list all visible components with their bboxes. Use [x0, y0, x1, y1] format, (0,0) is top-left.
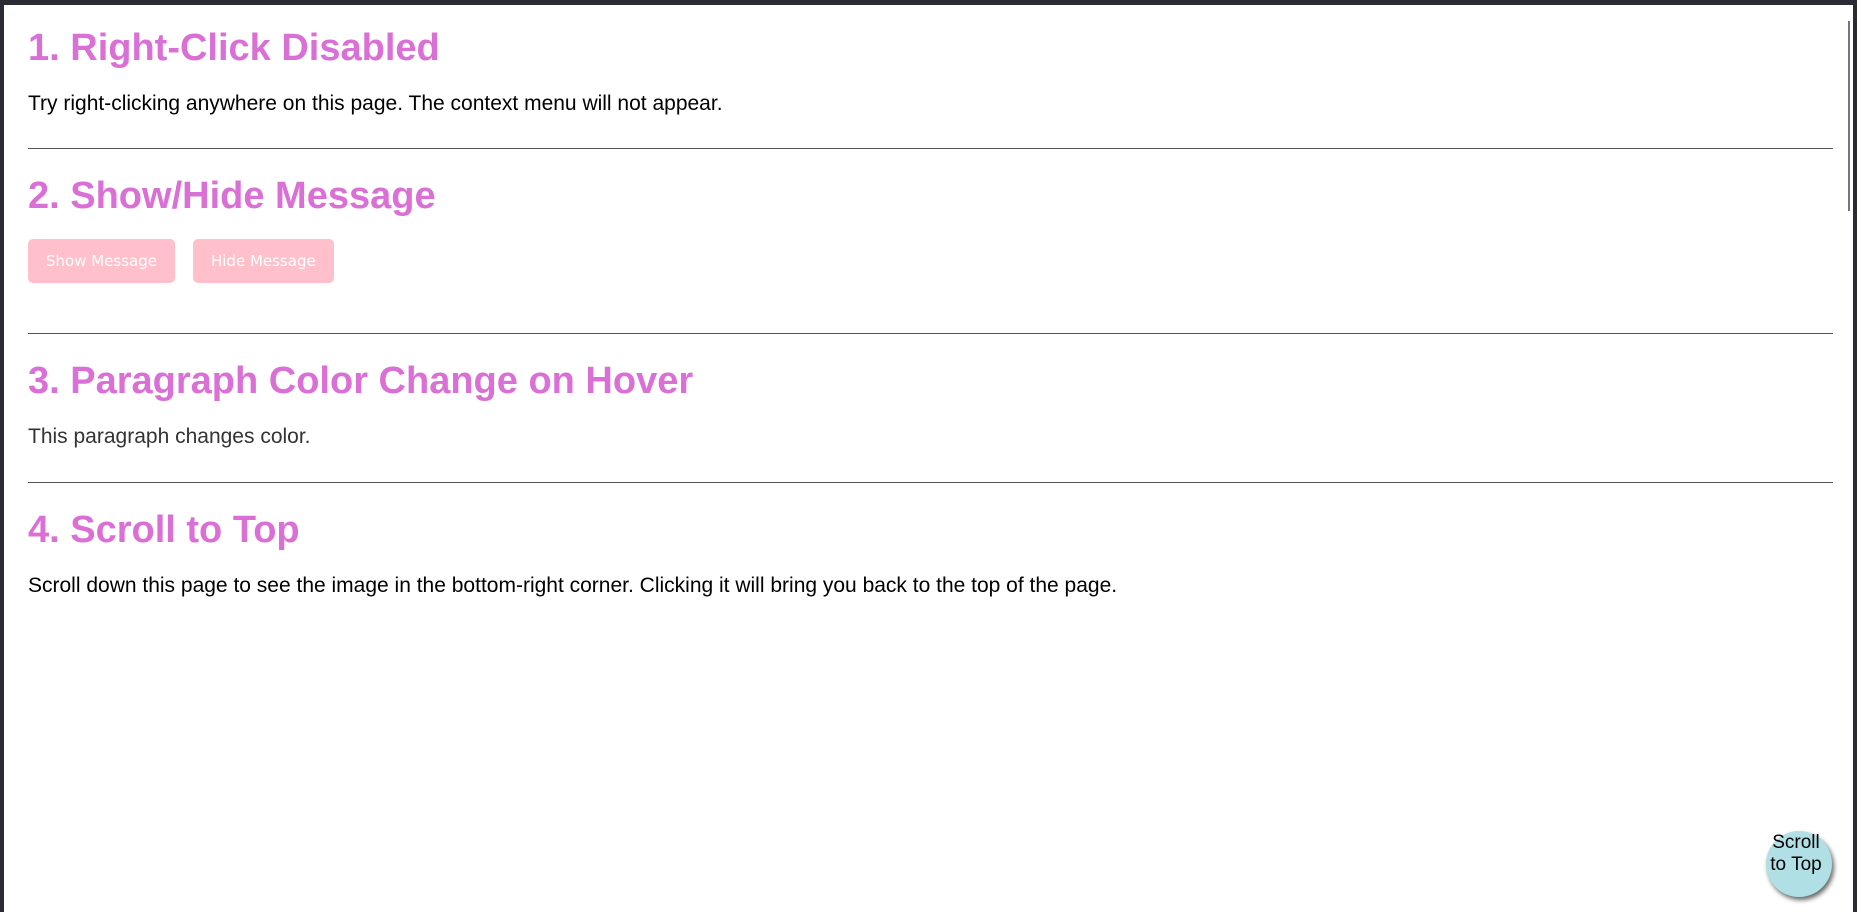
- show-hide-buttons: Show Message Hide Message: [28, 239, 1833, 284]
- section-title-show-hide: 2. Show/Hide Message: [28, 175, 436, 218]
- section-title-scroll-top: 4. Scroll to Top: [28, 509, 300, 552]
- section-title-color-change: 3. Paragraph Color Change on Hover: [28, 360, 694, 403]
- scrollbar[interactable]: [1848, 21, 1850, 211]
- scroll-top-text: Scroll down this page to see the image i…: [28, 574, 1118, 598]
- scroll-to-top-label: Scroll to Top: [1770, 832, 1822, 875]
- show-message-button[interactable]: Show Message: [28, 239, 175, 284]
- section-title-right-click: 1. Right-Click Disabled: [28, 27, 440, 69]
- page: 1. Right-Click Disabled Try right-clicki…: [4, 5, 1853, 912]
- content: 1. Right-Click Disabled Try right-clicki…: [4, 5, 1833, 599]
- scroll-to-top-button[interactable]: Scroll to Top: [1766, 831, 1832, 897]
- hide-message-button[interactable]: Hide Message: [192, 239, 334, 284]
- divider: [28, 482, 1833, 484]
- divider: [28, 333, 1833, 335]
- hover-color-paragraph[interactable]: This paragraph changes color.: [28, 424, 1833, 449]
- divider: [28, 148, 1833, 150]
- right-click-text: Try right-clicking anywhere on this page…: [28, 92, 723, 115]
